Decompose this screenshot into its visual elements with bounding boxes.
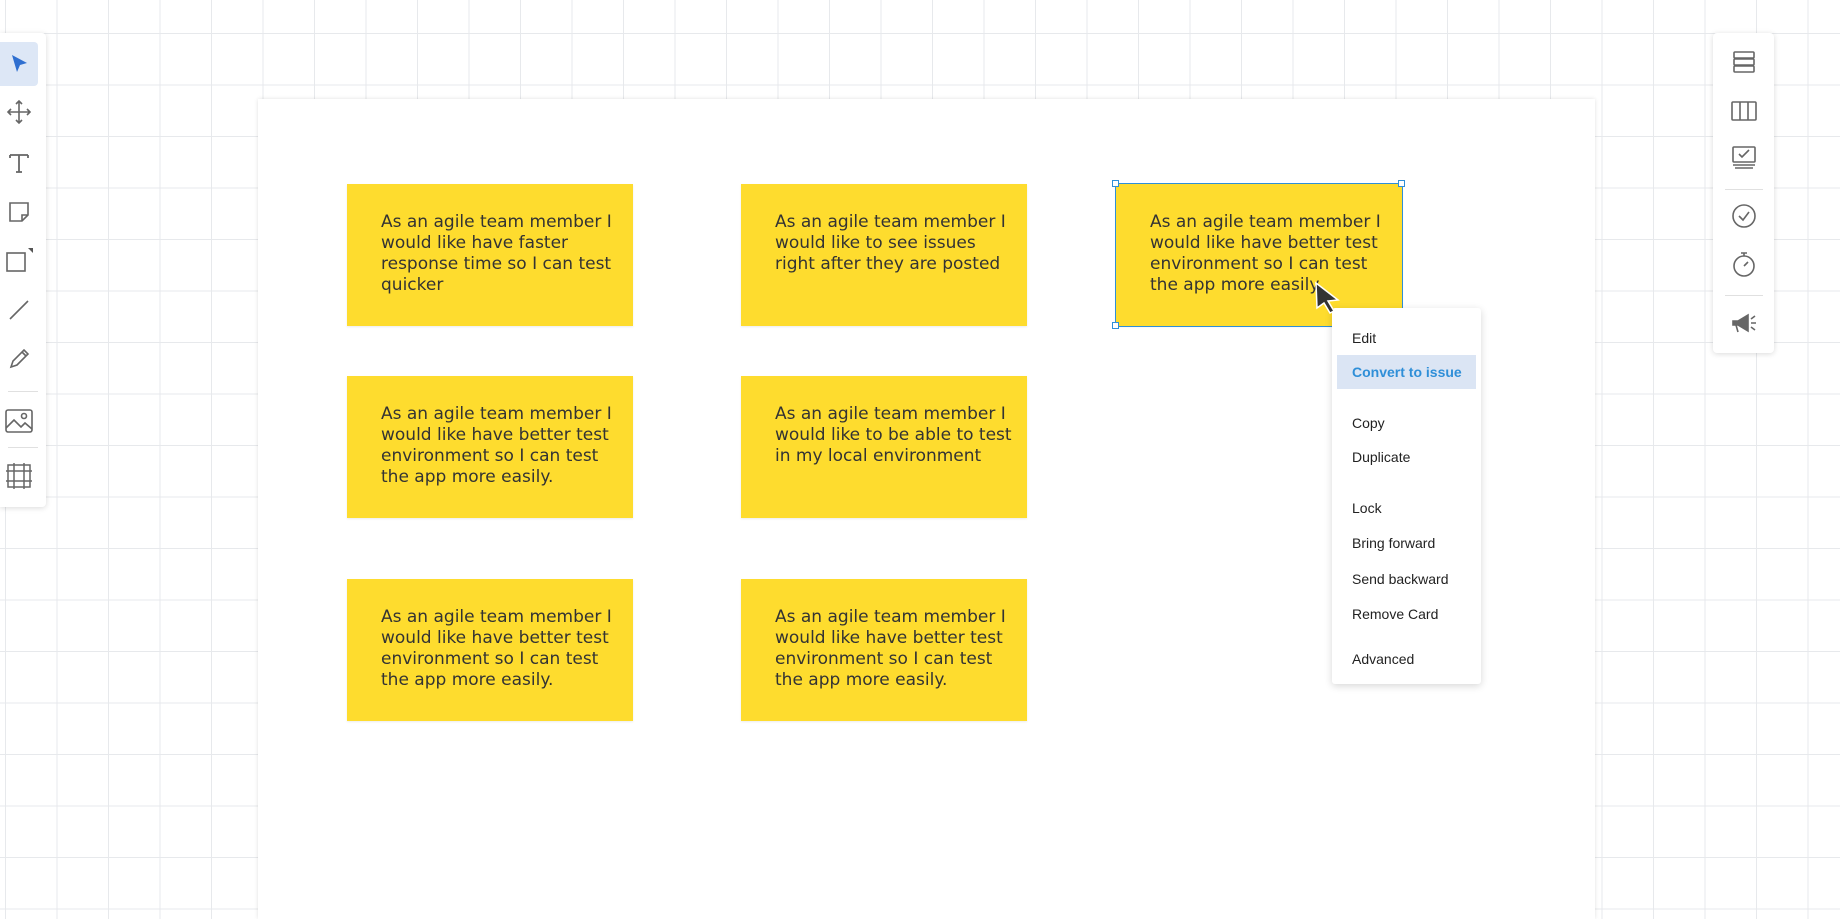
- board-columns-icon: [1730, 101, 1757, 121]
- task-board-icon: [1731, 146, 1756, 169]
- card-text: As an agile team member I would like hav…: [775, 607, 1006, 690]
- right-toolbar: [1713, 33, 1774, 353]
- select-icon: [12, 55, 27, 72]
- resize-handle-bottom-left[interactable]: [1112, 322, 1119, 329]
- menu-item-advanced[interactable]: Advanced: [1337, 642, 1476, 676]
- sticky-card-4[interactable]: As an agile team member I would like hav…: [347, 376, 633, 518]
- line-tool[interactable]: [0, 288, 38, 332]
- text-tool[interactable]: [0, 141, 38, 185]
- image-icon: [5, 409, 33, 433]
- pen-icon: [9, 348, 30, 369]
- announce-icon: [1731, 313, 1756, 333]
- menu-item-edit[interactable]: Edit: [1337, 321, 1476, 355]
- shape-icon: [6, 248, 33, 272]
- sticky-card-6[interactable]: As an agile team member I would like hav…: [347, 579, 633, 721]
- board-columns-button[interactable]: [1713, 89, 1774, 133]
- left-toolbar: [0, 33, 46, 507]
- card-text: As an agile team member I would like hav…: [381, 607, 612, 690]
- move-tool[interactable]: [0, 90, 38, 134]
- frame-tool[interactable]: [0, 454, 38, 498]
- mouse-cursor-icon: [1315, 281, 1340, 314]
- resize-handle-top-right[interactable]: [1398, 180, 1405, 187]
- shape-tool[interactable]: [0, 238, 38, 282]
- checklist-button[interactable]: [1713, 194, 1774, 238]
- sticky-note-icon: [9, 202, 29, 222]
- sticky-card-1[interactable]: As an agile team member I would like hav…: [347, 184, 633, 326]
- list-view-button[interactable]: [1713, 40, 1774, 84]
- menu-item-duplicate[interactable]: Duplicate: [1337, 440, 1476, 474]
- sticky-note-tool[interactable]: [0, 190, 38, 234]
- card-text: As an agile team member I would like hav…: [1150, 212, 1381, 295]
- card-text: As an agile team member I would like to …: [775, 404, 1012, 466]
- resize-handle-top-left[interactable]: [1112, 180, 1119, 187]
- menu-item-copy[interactable]: Copy: [1337, 406, 1476, 440]
- menu-item-remove-card[interactable]: Remove Card: [1337, 597, 1476, 631]
- image-tool[interactable]: [0, 399, 38, 443]
- card-text: As an agile team member I would like to …: [775, 212, 1006, 274]
- sticky-card-2[interactable]: As an agile team member I would like to …: [741, 184, 1027, 326]
- context-menu: Edit Convert to issue Copy Duplicate Loc…: [1332, 308, 1481, 684]
- checkmark-circle-icon: [1731, 204, 1756, 228]
- timer-button[interactable]: [1713, 242, 1774, 286]
- list-icon: [1732, 51, 1755, 73]
- card-text: As an agile team member I would like hav…: [381, 212, 612, 295]
- timer-icon: [1732, 252, 1755, 277]
- menu-item-convert-to-issue[interactable]: Convert to issue: [1337, 355, 1476, 389]
- pen-tool[interactable]: [0, 337, 38, 381]
- text-icon: [9, 154, 29, 173]
- line-icon: [9, 300, 29, 320]
- frame-icon: [6, 463, 32, 489]
- move-icon: [6, 99, 32, 125]
- sticky-card-5[interactable]: As an agile team member I would like to …: [741, 376, 1027, 518]
- sticky-card-3-selected[interactable]: As an agile team member I would like hav…: [1115, 183, 1403, 327]
- menu-item-send-backward[interactable]: Send backward: [1337, 562, 1476, 596]
- select-tool[interactable]: [0, 42, 38, 86]
- menu-item-lock[interactable]: Lock: [1337, 491, 1476, 525]
- announce-button[interactable]: [1713, 301, 1774, 345]
- card-text: As an agile team member I would like hav…: [381, 404, 612, 487]
- sticky-card-7[interactable]: As an agile team member I would like hav…: [741, 579, 1027, 721]
- task-board-button[interactable]: [1713, 136, 1774, 180]
- menu-item-bring-forward[interactable]: Bring forward: [1337, 526, 1476, 560]
